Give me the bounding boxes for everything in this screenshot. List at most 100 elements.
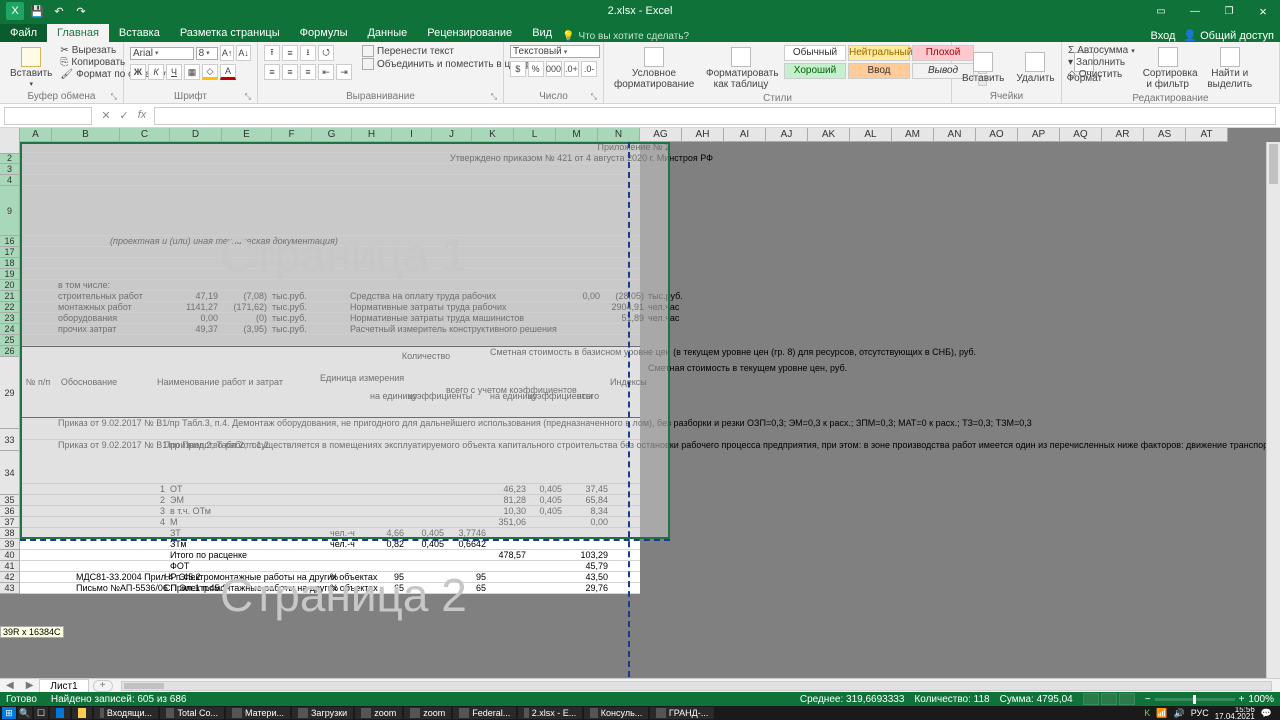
taskbar-app[interactable]: zoom xyxy=(404,707,451,719)
zoom-slider[interactable]: −+100% xyxy=(1145,694,1274,705)
notifications-icon[interactable]: 💬 xyxy=(1261,708,1272,719)
tab-data[interactable]: Данные xyxy=(357,24,417,42)
sheet-tab-1[interactable]: Лист1 xyxy=(39,679,88,693)
delete-cells-button[interactable]: Удалить xyxy=(1012,45,1058,90)
minimize-button[interactable]: — xyxy=(1178,0,1212,22)
decrease-indent-icon[interactable]: ⇤ xyxy=(318,64,334,80)
font-name-combo[interactable]: Arial▾ xyxy=(130,47,194,60)
system-tray[interactable]: K 📶 🔊 РУС 15:56 17.04.2021 💬 xyxy=(1138,707,1278,719)
comma-format-icon[interactable]: 000 xyxy=(546,61,562,77)
increase-indent-icon[interactable]: ⇥ xyxy=(336,64,352,80)
find-select-button[interactable]: Найти и выделить xyxy=(1201,45,1259,92)
bold-icon[interactable]: Ж xyxy=(130,64,146,80)
align-middle-icon[interactable]: ≡ xyxy=(282,45,298,61)
ribbon-display-options-button[interactable]: ▭ xyxy=(1144,0,1178,22)
tab-page-layout[interactable]: Разметка страницы xyxy=(170,24,290,42)
paste-button[interactable]: Вставить▾ xyxy=(6,45,56,90)
clipboard-launcher-icon[interactable]: ⤡ xyxy=(111,92,117,102)
tab-formulas[interactable]: Формулы xyxy=(290,24,358,42)
tab-review[interactable]: Рецензирование xyxy=(417,24,522,42)
tab-file[interactable]: Файл xyxy=(0,24,47,42)
font-size-combo[interactable]: 8▾ xyxy=(196,47,218,60)
taskbar-app[interactable]: Загрузки xyxy=(292,707,353,719)
style-neutral[interactable]: Нейтральный xyxy=(848,45,910,61)
decrease-decimal-icon[interactable]: .0- xyxy=(581,61,597,77)
alignment-launcher-icon[interactable]: ⤡ xyxy=(491,92,497,102)
align-right-icon[interactable]: ≡ xyxy=(300,64,316,80)
tb-edge[interactable] xyxy=(50,707,70,719)
font-color-icon[interactable]: A xyxy=(220,64,236,80)
tell-me-box[interactable]: 💡Что вы хотите сделать? xyxy=(562,31,689,42)
align-top-icon[interactable]: ⭱ xyxy=(264,45,280,61)
grid-cells[interactable]: Приложение № 2Утверждено приказом № 421 … xyxy=(20,142,640,594)
taskbar-app[interactable]: Матери... xyxy=(226,707,290,719)
style-input[interactable]: Ввод xyxy=(848,63,910,79)
tb-explorer[interactable] xyxy=(72,707,92,719)
horizontal-scrollbar[interactable] xyxy=(121,681,1272,691)
tray-kaspersky-icon[interactable]: K xyxy=(1144,708,1150,718)
number-launcher-icon[interactable]: ⤡ xyxy=(591,92,597,102)
italic-icon[interactable]: К xyxy=(148,64,164,80)
clear-button[interactable]: ◇Очистить xyxy=(1068,69,1135,80)
signin-link[interactable]: Вход xyxy=(1151,30,1176,42)
fx-icon[interactable]: fx xyxy=(134,109,150,122)
taskbar-app[interactable]: 2.xlsx - E... xyxy=(518,707,582,719)
worksheet-area[interactable]: ABCDEFGHIJKLMNAGAHAIAJAKALAMANAOAPAQARAS… xyxy=(0,128,1280,678)
accounting-format-icon[interactable]: $ xyxy=(510,61,526,77)
start-button[interactable]: ⊞ xyxy=(2,707,16,719)
increase-font-icon[interactable]: A↑ xyxy=(220,45,235,61)
new-sheet-button[interactable]: + xyxy=(93,680,113,692)
taskbar-app[interactable]: Total Co... xyxy=(160,707,224,719)
fill-button[interactable]: ▾Заполнить xyxy=(1068,57,1135,68)
save-icon[interactable]: 💾 xyxy=(28,2,46,20)
redo-icon[interactable]: ↷ xyxy=(72,2,90,20)
taskbar-app[interactable]: zoom xyxy=(355,707,402,719)
tab-nav-prev[interactable]: ◀ xyxy=(0,680,20,691)
enter-formula-icon[interactable]: ✓ xyxy=(116,109,132,122)
tray-network-icon[interactable]: 📶 xyxy=(1156,708,1167,719)
tab-home[interactable]: Главная xyxy=(47,24,109,42)
column-headers[interactable]: ABCDEFGHIJKLMNAGAHAIAJAKALAMANAOAPAQARAS… xyxy=(20,128,1228,142)
taskbar-app[interactable]: Входящи... xyxy=(94,707,158,719)
select-all-corner[interactable] xyxy=(0,128,20,154)
formula-input[interactable] xyxy=(154,107,1276,125)
view-buttons[interactable] xyxy=(1083,693,1135,705)
autosum-button[interactable]: ΣАвтосумма▾ xyxy=(1068,45,1135,56)
vertical-scrollbar[interactable] xyxy=(1266,142,1280,678)
search-button[interactable]: 🔍 xyxy=(18,707,32,719)
tray-volume-icon[interactable]: 🔊 xyxy=(1173,708,1184,719)
taskbar-app[interactable]: Консуль... xyxy=(584,707,648,719)
format-as-table-button[interactable]: Форматировать как таблицу xyxy=(702,45,780,92)
number-format-combo[interactable]: Текстовый▾ xyxy=(510,45,600,58)
insert-cells-button[interactable]: Вставить xyxy=(958,45,1008,90)
tab-nav-next[interactable]: ▶ xyxy=(20,680,40,691)
increase-decimal-icon[interactable]: .0+ xyxy=(564,61,580,77)
taskview-button[interactable]: ☐ xyxy=(34,707,48,719)
conditional-formatting-button[interactable]: Условное форматирование xyxy=(610,45,698,92)
undo-icon[interactable]: ↶ xyxy=(50,2,68,20)
decrease-font-icon[interactable]: A↓ xyxy=(236,45,251,61)
tab-view[interactable]: Вид xyxy=(522,24,562,42)
style-normal[interactable]: Обычный xyxy=(784,45,846,61)
name-box[interactable] xyxy=(4,107,92,125)
tray-lang[interactable]: РУС xyxy=(1191,708,1209,718)
underline-icon[interactable]: Ч xyxy=(166,64,182,80)
tab-insert[interactable]: Вставка xyxy=(109,24,170,42)
orientation-icon[interactable]: ⭯ xyxy=(318,45,334,61)
align-left-icon[interactable]: ≡ xyxy=(264,64,280,80)
maximize-button[interactable]: ❐ xyxy=(1212,0,1246,22)
font-launcher-icon[interactable]: ⤡ xyxy=(245,92,251,102)
border-icon[interactable]: ▦ xyxy=(184,64,200,80)
close-button[interactable]: × xyxy=(1246,0,1280,22)
taskbar-app[interactable]: Federal... xyxy=(453,707,516,719)
fill-color-icon[interactable]: ◇ xyxy=(202,64,218,80)
cell-styles-gallery[interactable]: Обычный Нейтральный Плохой Хороший Ввод … xyxy=(784,45,974,92)
share-button[interactable]: 👤Общий доступ xyxy=(1183,29,1274,42)
sort-filter-button[interactable]: Сортировка и фильтр xyxy=(1139,45,1197,92)
percent-format-icon[interactable]: % xyxy=(528,61,544,77)
cancel-formula-icon[interactable]: ✕ xyxy=(98,109,114,122)
style-good[interactable]: Хороший xyxy=(784,63,846,79)
align-center-icon[interactable]: ≡ xyxy=(282,64,298,80)
taskbar-app[interactable]: ГРАНД-... xyxy=(650,707,714,719)
row-headers[interactable]: 1234916171819202122232425262933343536373… xyxy=(0,142,20,594)
